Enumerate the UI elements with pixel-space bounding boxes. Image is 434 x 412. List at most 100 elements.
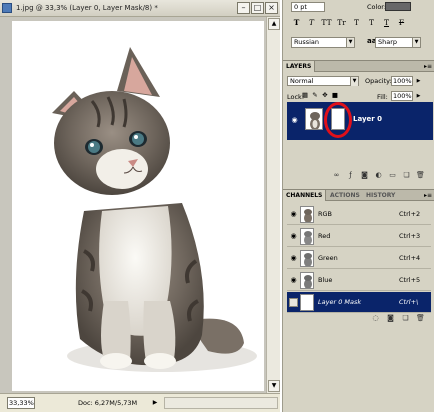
- panel-menu-icon[interactable]: ▸≡: [424, 191, 432, 200]
- kitten-thumbnail: [310, 112, 320, 129]
- lock-position-icon[interactable]: ✥: [321, 91, 329, 99]
- chevron-down-icon: ▼: [346, 38, 354, 47]
- layer-name[interactable]: Layer 0: [353, 115, 382, 123]
- eye-icon[interactable]: ◉: [289, 276, 298, 285]
- channel-row-green[interactable]: ◉ Green Ctrl+4: [287, 248, 431, 269]
- tab-layers[interactable]: LAYERS: [283, 61, 316, 72]
- channels-tab-bar: CHANNELS ACTIONS HISTORY ▸≡: [283, 190, 434, 201]
- right-panel-column: 0 pt Color: T T TT Tr T T T F Russian ▼ …: [282, 0, 434, 412]
- add-mask-icon[interactable]: ◙: [360, 171, 369, 180]
- save-selection-icon[interactable]: ◙: [386, 314, 395, 323]
- image-canvas[interactable]: [12, 21, 264, 391]
- link-layers-icon[interactable]: ∞: [332, 171, 341, 180]
- language-value: Russian: [294, 38, 320, 46]
- layer-style-icon[interactable]: ƒ: [346, 171, 355, 180]
- tab-history[interactable]: HISTORY: [363, 190, 398, 201]
- status-menu-arrow-icon[interactable]: ▶: [150, 397, 160, 408]
- tab-channels[interactable]: CHANNELS: [283, 190, 327, 201]
- adjustment-layer-icon[interactable]: ◐: [374, 171, 383, 180]
- lock-transparency-icon[interactable]: ▦: [301, 91, 309, 99]
- lock-pixels-icon[interactable]: ✎: [311, 91, 319, 99]
- layer-row-layer-0[interactable]: ◉ ⁞ Layer 0: [287, 102, 433, 140]
- channel-name: Layer 0 Mask: [318, 298, 362, 306]
- size-field[interactable]: 0 pt: [291, 2, 325, 12]
- layers-panel: LAYERS ▸≡ Normal ▼ Opacity: 100% ▶ Lock:…: [283, 60, 434, 182]
- layer-thumbnail[interactable]: [305, 108, 323, 130]
- font-style-buttons: T T TT Tr T T T F: [291, 17, 407, 28]
- eye-icon[interactable]: ◉: [289, 232, 298, 241]
- channel-shortcut: Ctrl+\: [399, 298, 419, 306]
- maximize-button[interactable]: □: [251, 2, 264, 14]
- faux-italic-button[interactable]: T: [306, 17, 317, 28]
- minimize-button[interactable]: –: [237, 2, 250, 14]
- document-icon: [2, 3, 12, 13]
- new-group-icon[interactable]: ▭: [388, 171, 397, 180]
- channel-name: Green: [318, 254, 338, 262]
- trash-icon[interactable]: 🗑: [416, 314, 425, 323]
- opacity-label: Opacity:: [365, 77, 392, 85]
- fill-arrow-icon[interactable]: ▶: [415, 91, 422, 101]
- layers-footer: ∞ ƒ ◙ ◐ ▭ ❏ 🗑: [283, 169, 434, 182]
- scroll-down-icon[interactable]: ▼: [268, 380, 280, 392]
- scroll-up-icon[interactable]: ▲: [268, 18, 280, 30]
- channel-shortcut: Ctrl+4: [399, 254, 421, 262]
- faux-bold-button[interactable]: T: [291, 17, 302, 28]
- vertical-scrollbar[interactable]: ▲ ▼: [266, 17, 280, 393]
- visibility-toggle[interactable]: [289, 298, 298, 307]
- channel-row-layer-mask[interactable]: Layer 0 Mask Ctrl+\: [287, 292, 431, 313]
- close-button[interactable]: ×: [265, 2, 278, 14]
- new-layer-icon[interactable]: ❏: [402, 171, 411, 180]
- zoom-field[interactable]: 33,33%: [7, 397, 35, 409]
- channel-row-rgb[interactable]: ◉ RGB Ctrl+2: [287, 204, 431, 225]
- subscript-button[interactable]: T: [366, 17, 377, 28]
- opacity-field[interactable]: 100%: [391, 76, 413, 86]
- character-panel: 0 pt Color: T T TT Tr T T T F Russian ▼ …: [283, 0, 434, 54]
- eye-icon[interactable]: ◉: [289, 210, 298, 219]
- small-caps-button[interactable]: Tr: [336, 17, 347, 28]
- eye-icon[interactable]: ◉: [289, 254, 298, 263]
- new-channel-icon[interactable]: ❏: [401, 314, 410, 323]
- horizontal-scrollbar[interactable]: [164, 397, 278, 409]
- superscript-button[interactable]: T: [351, 17, 362, 28]
- channel-name: Blue: [318, 276, 333, 284]
- channel-row-red[interactable]: ◉ Red Ctrl+3: [287, 226, 431, 247]
- mask-highlight-circle: [324, 102, 352, 138]
- opacity-arrow-icon[interactable]: ▶: [415, 76, 422, 86]
- language-select[interactable]: Russian ▼: [291, 37, 355, 48]
- channel-shortcut: Ctrl+5: [399, 276, 421, 284]
- panel-menu-icon[interactable]: ▸≡: [424, 62, 432, 71]
- channel-row-blue[interactable]: ◉ Blue Ctrl+5: [287, 270, 431, 291]
- channels-footer: ◌ ◙ ❏ 🗑: [283, 312, 434, 324]
- fill-field[interactable]: 100%: [391, 91, 413, 101]
- tab-actions[interactable]: ACTIONS: [327, 190, 363, 201]
- channel-thumbnail: [300, 250, 314, 267]
- lock-all-icon[interactable]: ■: [331, 91, 339, 99]
- lock-buttons: ▦ ✎ ✥ ■: [301, 91, 339, 99]
- trash-icon[interactable]: 🗑: [416, 171, 425, 180]
- layers-tab-bar: LAYERS ▸≡: [283, 61, 434, 72]
- antialias-select[interactable]: Sharp ▼: [375, 37, 421, 48]
- load-selection-icon[interactable]: ◌: [371, 314, 380, 323]
- antialias-value: Sharp: [378, 38, 398, 46]
- canvas-area: [0, 17, 280, 393]
- channels-panel: CHANNELS ACTIONS HISTORY ▸≡ ◉ RGB Ctrl+2…: [283, 189, 434, 412]
- text-color-swatch[interactable]: [385, 2, 411, 11]
- chevron-down-icon: ▼: [350, 77, 358, 86]
- channel-thumbnail: [300, 228, 314, 245]
- eye-icon[interactable]: ◉: [290, 116, 299, 125]
- color-label: Color:: [367, 3, 387, 11]
- strikethrough-button[interactable]: F: [396, 17, 407, 28]
- blend-mode-select[interactable]: Normal ▼: [287, 76, 359, 86]
- document-window: 1.jpg @ 33,3% (Layer 0, Layer Mask/8) * …: [0, 0, 280, 412]
- channel-thumbnail: [300, 206, 314, 223]
- fill-label: Fill:: [377, 93, 388, 101]
- underline-button[interactable]: T: [381, 17, 392, 28]
- channel-shortcut: Ctrl+2: [399, 210, 421, 218]
- all-caps-button[interactable]: TT: [321, 17, 332, 28]
- channel-name: RGB: [318, 210, 333, 218]
- document-title: 1.jpg @ 33,3% (Layer 0, Layer Mask/8) *: [16, 4, 158, 12]
- document-statusbar: 33,33% Doc: 6,27M/5,73M ▶: [0, 393, 280, 412]
- document-titlebar[interactable]: 1.jpg @ 33,3% (Layer 0, Layer Mask/8) * …: [0, 0, 280, 17]
- channels-empty-area: [287, 326, 431, 408]
- doc-size-info: Doc: 6,27M/5,73M: [78, 399, 138, 407]
